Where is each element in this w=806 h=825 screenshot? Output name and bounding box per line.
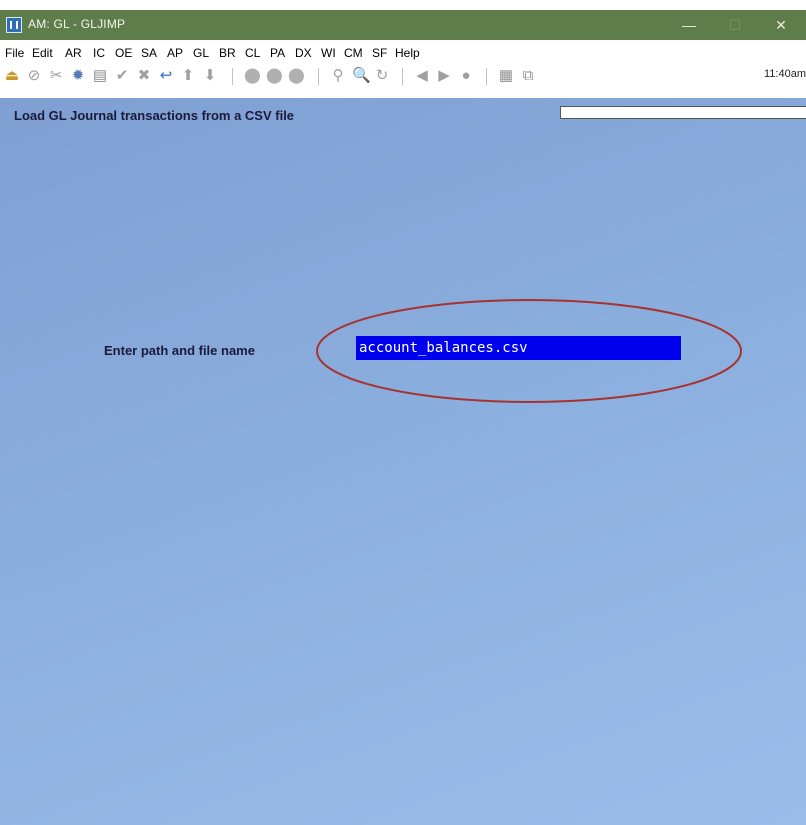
zoom-icon[interactable]: 🔍 (352, 68, 371, 84)
check-icon[interactable]: ✔ (114, 68, 130, 84)
circle-3-icon[interactable]: ⬤ (288, 68, 305, 84)
window-title: AM: GL - GLJIMP (28, 17, 126, 31)
maximize-button[interactable]: ☐ (712, 10, 758, 40)
next-icon[interactable]: ▶ (436, 68, 452, 84)
menu-pa[interactable]: PA (270, 46, 285, 60)
menu-bar: File Edit AR IC OE SA AP GL BR CL PA DX … (0, 44, 806, 62)
delete-icon[interactable]: ✖ (136, 68, 152, 84)
header-status-field (560, 106, 806, 119)
menu-wi[interactable]: WI (321, 46, 336, 60)
toolbar-separator (318, 68, 319, 85)
toolbar-separator (486, 68, 487, 85)
menu-oe[interactable]: OE (115, 46, 132, 60)
arrow-up-icon[interactable]: ⬆ (180, 68, 196, 84)
clock-display: 11:40am (764, 68, 806, 80)
menu-edit[interactable]: Edit (32, 46, 53, 60)
stop-icon[interactable]: ● (458, 68, 474, 84)
path-prompt-label: Enter path and file name (104, 343, 255, 358)
calculator-icon[interactable]: ▦ (498, 68, 514, 84)
arrow-down-icon[interactable]: ⬇ (202, 68, 218, 84)
application-window: AM: GL - GLJIMP — ☐ ✕ File Edit AR IC OE… (0, 0, 806, 825)
undo-icon[interactable]: ↩ (158, 68, 174, 84)
cancel-icon[interactable]: ⊘ (26, 68, 42, 84)
menu-ap[interactable]: AP (167, 46, 183, 60)
menu-cm[interactable]: CM (344, 46, 363, 60)
menu-ar[interactable]: AR (65, 46, 82, 60)
settings-icon[interactable]: ✹ (70, 68, 86, 84)
screen-area: Load GL Journal transactions from a CSV … (0, 98, 806, 825)
tools-icon[interactable]: ✂ (48, 68, 64, 84)
copy-icon[interactable]: ⧉ (520, 68, 536, 84)
menu-sa[interactable]: SA (141, 46, 157, 60)
file-path-input[interactable] (356, 336, 681, 360)
binoculars-icon[interactable]: ⚲ (330, 68, 346, 84)
menu-ic[interactable]: IC (93, 46, 105, 60)
minimize-button[interactable]: — (666, 10, 712, 40)
screen-header: Load GL Journal transactions from a CSV … (14, 108, 295, 123)
circle-1-icon[interactable]: ⬤ (244, 68, 261, 84)
exit-icon[interactable]: ⏏ (4, 68, 20, 84)
close-button[interactable]: ✕ (758, 10, 804, 40)
menu-file[interactable]: File (5, 46, 24, 60)
title-bar[interactable]: AM: GL - GLJIMP — ☐ ✕ (0, 10, 806, 40)
menu-help[interactable]: Help (395, 46, 420, 60)
menu-gl[interactable]: GL (193, 46, 209, 60)
menu-br[interactable]: BR (219, 46, 236, 60)
menu-sf[interactable]: SF (372, 46, 387, 60)
toolbar: ⏏ ⊘ ✂ ✹ ▤ ✔ ✖ ↩ ⬆ ⬇ ⬤ ⬤ ⬤ ⚲ 🔍 ↻ ◀ ▶ ● ▦ … (0, 62, 806, 88)
menu-dx[interactable]: DX (295, 46, 312, 60)
app-icon (6, 17, 22, 33)
refresh-icon[interactable]: ↻ (374, 68, 390, 84)
previous-icon[interactable]: ◀ (414, 68, 430, 84)
circle-2-icon[interactable]: ⬤ (266, 68, 283, 84)
print-icon[interactable]: ▤ (92, 68, 108, 84)
toolbar-separator (232, 68, 233, 85)
toolbar-separator (402, 68, 403, 85)
menu-cl[interactable]: CL (245, 46, 260, 60)
